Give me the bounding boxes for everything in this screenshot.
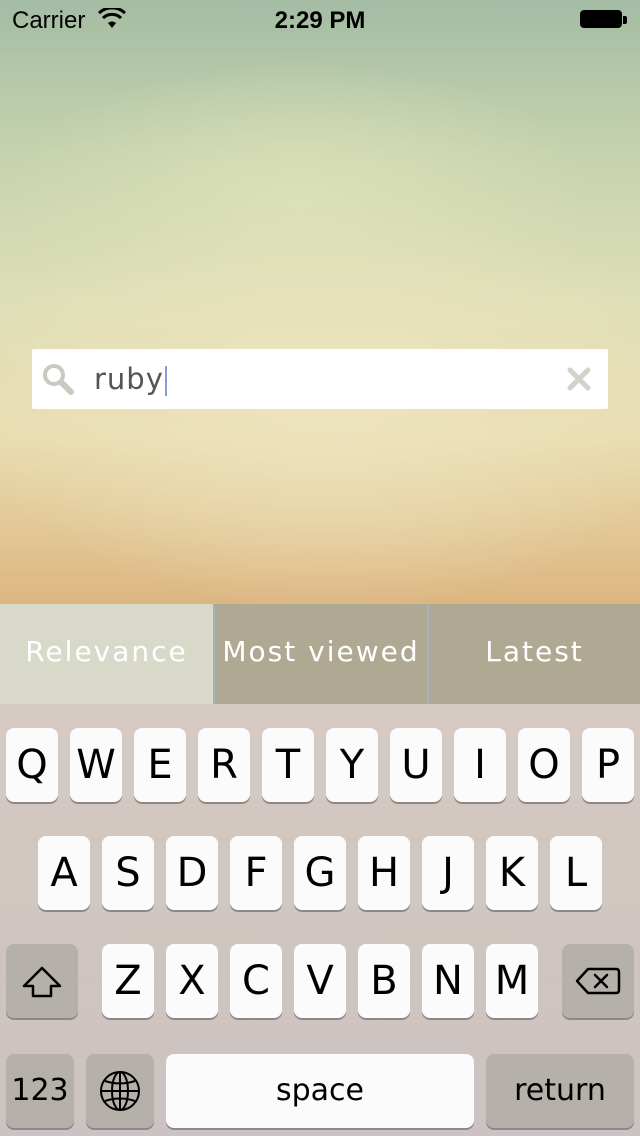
delete-key[interactable] bbox=[562, 944, 634, 1018]
search-input-value: ruby bbox=[94, 362, 164, 396]
search-icon bbox=[43, 364, 74, 395]
search-bar[interactable]: ruby bbox=[32, 349, 608, 409]
key-a[interactable]: A bbox=[38, 836, 90, 910]
sort-segmented-control: Relevance Most viewed Latest bbox=[0, 604, 640, 704]
key-n[interactable]: N bbox=[422, 944, 474, 1018]
tab-most-viewed[interactable]: Most viewed bbox=[213, 604, 427, 704]
key-f[interactable]: F bbox=[230, 836, 282, 910]
background-gradient bbox=[0, 0, 640, 604]
key-y[interactable]: Y bbox=[326, 728, 378, 802]
key-o[interactable]: O bbox=[518, 728, 570, 802]
key-i[interactable]: I bbox=[454, 728, 506, 802]
battery-icon bbox=[580, 10, 628, 30]
space-key[interactable]: space bbox=[166, 1054, 474, 1128]
key-h[interactable]: H bbox=[358, 836, 410, 910]
globe-icon bbox=[100, 1071, 140, 1111]
shift-key[interactable] bbox=[6, 944, 78, 1018]
key-p[interactable]: P bbox=[582, 728, 634, 802]
tab-relevance[interactable]: Relevance bbox=[0, 604, 213, 704]
key-b[interactable]: B bbox=[358, 944, 410, 1018]
status-bar: Carrier 2:29 PM bbox=[0, 0, 640, 40]
tab-latest[interactable]: Latest bbox=[427, 604, 640, 704]
key-k[interactable]: K bbox=[486, 836, 538, 910]
key-u[interactable]: U bbox=[390, 728, 442, 802]
key-d[interactable]: D bbox=[166, 836, 218, 910]
key-m[interactable]: M bbox=[486, 944, 538, 1018]
key-e[interactable]: E bbox=[134, 728, 186, 802]
key-j[interactable]: J bbox=[422, 836, 474, 910]
return-key[interactable]: return bbox=[486, 1054, 634, 1128]
globe-key[interactable] bbox=[86, 1054, 154, 1128]
shift-icon bbox=[22, 966, 62, 998]
delete-icon bbox=[575, 967, 621, 995]
clear-icon[interactable] bbox=[564, 364, 594, 394]
text-caret bbox=[164, 366, 167, 396]
key-w[interactable]: W bbox=[70, 728, 122, 802]
key-s[interactable]: S bbox=[102, 836, 154, 910]
key-r[interactable]: R bbox=[198, 728, 250, 802]
key-v[interactable]: V bbox=[294, 944, 346, 1018]
status-time: 2:29 PM bbox=[274, 7, 366, 34]
key-x[interactable]: X bbox=[166, 944, 218, 1018]
search-input[interactable]: ruby bbox=[94, 349, 534, 409]
key-l[interactable]: L bbox=[550, 836, 602, 910]
numbers-key[interactable]: 123 bbox=[6, 1054, 74, 1128]
key-c[interactable]: C bbox=[230, 944, 282, 1018]
keyboard: Q W E R T Y U I O P A S D F G H J K L Z … bbox=[0, 704, 640, 1136]
key-t[interactable]: T bbox=[262, 728, 314, 802]
key-g[interactable]: G bbox=[294, 836, 346, 910]
key-z[interactable]: Z bbox=[102, 944, 154, 1018]
key-q[interactable]: Q bbox=[6, 728, 58, 802]
